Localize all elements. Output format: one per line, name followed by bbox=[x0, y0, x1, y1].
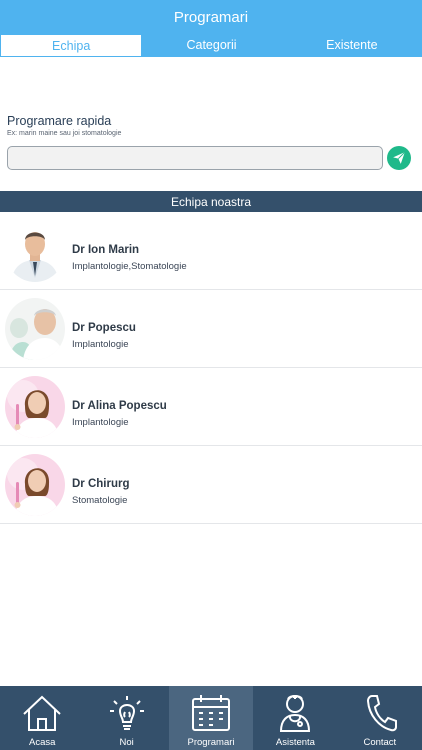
nav-label: Contact bbox=[363, 737, 397, 748]
doctor-item[interactable]: Dr Ion Marin Implantologie,Stomatologie bbox=[0, 212, 422, 290]
nav-label: Asistenta bbox=[275, 737, 315, 748]
team-section-header: Echipa noastra bbox=[0, 191, 422, 212]
doctor-item[interactable]: Dr Popescu Implantologie bbox=[0, 290, 422, 368]
doctor-specialty: Implantologie bbox=[72, 417, 129, 428]
nav-label: Acasa bbox=[29, 737, 56, 748]
nurse-icon bbox=[280, 695, 311, 732]
nav-noi[interactable]: Noi bbox=[84, 686, 168, 750]
doctor-specialty: Stomatologie bbox=[72, 495, 128, 506]
phone-icon bbox=[366, 695, 397, 732]
nav-contact[interactable]: Contact bbox=[338, 686, 422, 750]
send-button[interactable] bbox=[387, 146, 411, 170]
top-bar: Programari bbox=[0, 0, 422, 34]
home-icon bbox=[23, 695, 61, 731]
quick-booking-label: Programare rapida bbox=[7, 114, 112, 128]
doctor-item[interactable]: Dr Alina Popescu Implantologie bbox=[0, 368, 422, 446]
doctor-photo bbox=[5, 376, 65, 438]
doctor-name: Dr Chirurg bbox=[72, 478, 130, 490]
nav-acasa[interactable]: Acasa bbox=[0, 686, 84, 750]
calendar-icon bbox=[192, 695, 231, 731]
tab-existente[interactable]: Existente bbox=[282, 34, 422, 56]
quick-booking-row bbox=[7, 145, 415, 171]
doctor-name: Dr Alina Popescu bbox=[72, 400, 167, 412]
lightbulb-icon bbox=[109, 696, 144, 730]
nav-label: Programari bbox=[187, 737, 235, 748]
quick-booking: Programare rapida Ex: marin maine sau jo… bbox=[7, 114, 415, 170]
quick-booking-hint: Ex: marin maine sau joi stomatologie bbox=[7, 130, 122, 137]
doctor-specialty: Implantologie,Stomatologie bbox=[72, 261, 187, 272]
nav-programari[interactable]: Programari bbox=[168, 686, 254, 750]
nav-asistenta[interactable]: Asistenta bbox=[253, 686, 337, 750]
quick-booking-input[interactable] bbox=[7, 146, 383, 170]
tab-bar: Echipa Categorii Existente bbox=[0, 34, 422, 57]
doctor-photo bbox=[5, 298, 65, 360]
tab-categorii[interactable]: Categorii bbox=[141, 34, 281, 56]
doctor-list: Dr Ion Marin Implantologie,Stomatologie … bbox=[0, 212, 422, 524]
doctor-item[interactable]: Dr Chirurg Stomatologie bbox=[0, 446, 422, 524]
nav-label: Noi bbox=[119, 737, 134, 748]
doctor-photo bbox=[5, 220, 65, 282]
page-title: Programari bbox=[173, 8, 249, 26]
paper-plane-icon bbox=[393, 151, 406, 164]
doctor-photo bbox=[5, 454, 65, 516]
doctor-name: Dr Popescu bbox=[72, 322, 136, 334]
doctor-specialty: Implantologie bbox=[72, 339, 129, 350]
doctor-name: Dr Ion Marin bbox=[72, 244, 140, 256]
bottom-nav: Acasa Noi Programari Asistenta Contact bbox=[0, 686, 422, 750]
tab-echipa[interactable]: Echipa bbox=[1, 35, 142, 56]
